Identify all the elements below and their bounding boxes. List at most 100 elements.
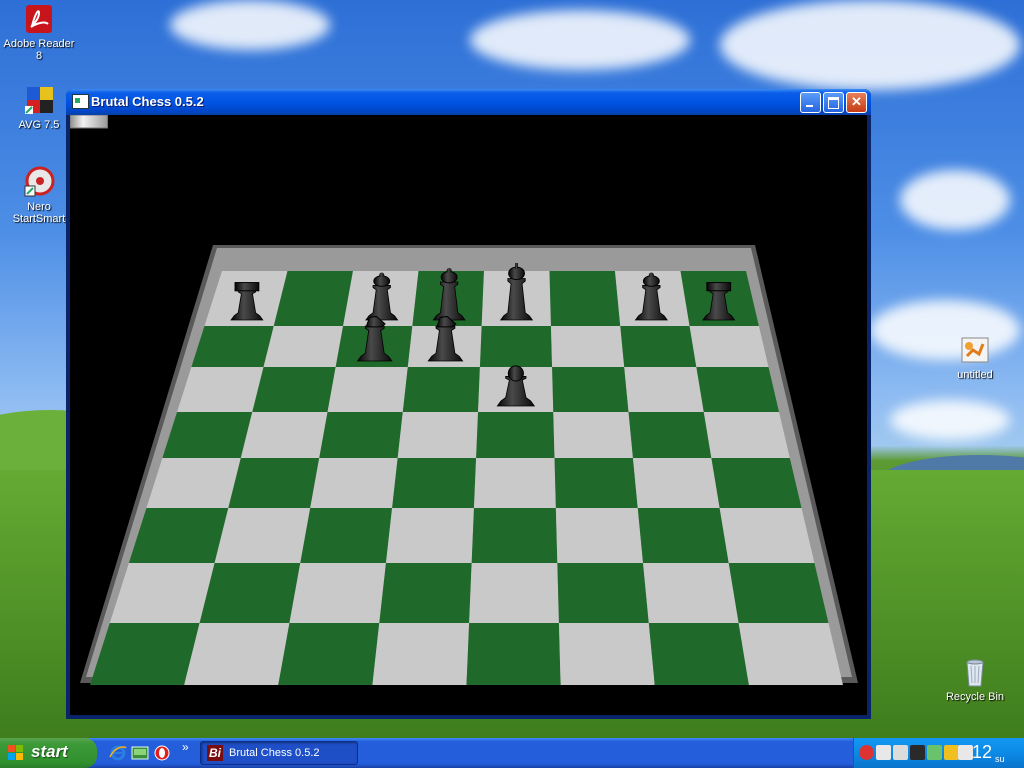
close-button[interactable]: ✕ bbox=[846, 92, 867, 113]
network-icon[interactable] bbox=[876, 745, 891, 760]
board-square[interactable] bbox=[555, 508, 644, 563]
board-square[interactable] bbox=[637, 508, 729, 563]
desktop-icon-adobe-reader[interactable]: Adobe Reader 8 bbox=[1, 3, 77, 62]
board-square[interactable] bbox=[696, 367, 780, 412]
clock-day: su bbox=[995, 754, 1005, 764]
avg-antivirus-icon bbox=[25, 87, 53, 114]
board-square[interactable] bbox=[557, 563, 649, 623]
desktop-icon-label: Recycle Bin bbox=[945, 691, 1005, 703]
board-square[interactable] bbox=[632, 458, 720, 508]
board-square[interactable] bbox=[191, 326, 274, 367]
app-icon[interactable] bbox=[72, 94, 89, 109]
board-square[interactable] bbox=[372, 623, 470, 685]
internet-explorer-icon[interactable] bbox=[109, 744, 127, 762]
board-square[interactable] bbox=[392, 458, 477, 508]
board-square[interactable] bbox=[278, 623, 380, 685]
taskbar-button-brutal-chess[interactable]: Bi Brutal Chess 0.5.2 bbox=[200, 741, 358, 765]
maximize-button[interactable] bbox=[823, 92, 844, 113]
opera-icon[interactable] bbox=[153, 744, 171, 762]
board-square[interactable] bbox=[289, 563, 386, 623]
board-square[interactable] bbox=[379, 563, 472, 623]
board-square[interactable] bbox=[689, 326, 769, 367]
board-square[interactable] bbox=[228, 458, 320, 508]
audio-file-icon bbox=[961, 337, 989, 363]
window-titlebar[interactable]: Brutal Chess 0.5.2 ✕ bbox=[66, 89, 871, 115]
board-square[interactable] bbox=[628, 412, 712, 458]
board-square[interactable] bbox=[473, 458, 556, 508]
desktop-icon-label: AVG 7.5 bbox=[18, 119, 60, 131]
brutal-chess-icon: Bi bbox=[207, 745, 223, 761]
board-square[interactable] bbox=[553, 412, 633, 458]
board-square[interactable] bbox=[263, 326, 344, 367]
board-square[interactable] bbox=[162, 412, 253, 458]
start-button[interactable]: start bbox=[0, 738, 97, 768]
board-square[interactable] bbox=[471, 508, 558, 563]
avg-tray-icon[interactable] bbox=[958, 745, 973, 760]
close-icon: ✕ bbox=[851, 94, 862, 109]
system-tray: 12 su bbox=[853, 738, 1024, 768]
board-square[interactable] bbox=[273, 271, 353, 326]
board-square[interactable] bbox=[252, 367, 336, 412]
desktop-icon-label: Nero StartSmart bbox=[12, 201, 66, 225]
board-square[interactable] bbox=[624, 367, 704, 412]
board-square[interactable] bbox=[327, 367, 408, 412]
minimize-button[interactable] bbox=[800, 92, 821, 113]
board-square[interactable] bbox=[397, 412, 479, 458]
board-square[interactable] bbox=[620, 326, 697, 367]
board-square[interactable] bbox=[199, 563, 301, 623]
board-square[interactable] bbox=[643, 563, 739, 623]
board-square[interactable] bbox=[214, 508, 311, 563]
taskbar-button-label: Brutal Chess 0.5.2 bbox=[229, 747, 320, 759]
quick-launch-chevron[interactable]: » bbox=[182, 740, 189, 754]
board-square[interactable] bbox=[703, 412, 790, 458]
update-icon[interactable] bbox=[910, 745, 925, 760]
board-square[interactable] bbox=[648, 623, 749, 685]
clock-time[interactable]: 12 bbox=[972, 742, 992, 763]
board-square[interactable] bbox=[240, 412, 328, 458]
window-title: Brutal Chess 0.5.2 bbox=[91, 94, 204, 109]
board-square[interactable] bbox=[319, 412, 403, 458]
recycle-bin-icon bbox=[966, 659, 984, 687]
safely-remove-icon[interactable] bbox=[927, 745, 942, 760]
board-square[interactable] bbox=[711, 458, 802, 508]
board-square[interactable] bbox=[310, 458, 398, 508]
desktop-icon-recycle-bin[interactable]: Recycle Bin bbox=[937, 656, 1013, 703]
security-alert-icon[interactable] bbox=[859, 745, 874, 760]
white-rook-piece[interactable] bbox=[70, 115, 108, 129]
desktop-icon-untitled[interactable]: untitled bbox=[937, 334, 1013, 381]
board-squares[interactable] bbox=[90, 271, 843, 685]
board-square[interactable] bbox=[146, 458, 241, 508]
board-square[interactable] bbox=[466, 623, 561, 685]
maximize-icon bbox=[828, 97, 839, 109]
board-square[interactable] bbox=[558, 623, 655, 685]
app-window: Brutal Chess 0.5.2 ✕ bbox=[66, 89, 871, 719]
board-square[interactable] bbox=[728, 563, 829, 623]
desktop-icon-label: untitled bbox=[957, 369, 993, 381]
board-square[interactable] bbox=[177, 367, 264, 412]
board-square[interactable] bbox=[184, 623, 290, 685]
windows-logo-icon bbox=[8, 745, 24, 761]
taskbar: start » Bi Brutal Chess 0.5.2 12 su bbox=[0, 738, 1024, 768]
app-tray-icon[interactable] bbox=[944, 745, 959, 760]
board-square[interactable] bbox=[128, 508, 229, 563]
board-square[interactable] bbox=[738, 623, 843, 685]
show-desktop-icon[interactable] bbox=[131, 744, 149, 762]
start-label: start bbox=[31, 742, 68, 761]
chess-board-3d[interactable] bbox=[70, 115, 867, 715]
board-square[interactable] bbox=[719, 508, 815, 563]
desktop-icon-label: Adobe Reader 8 bbox=[3, 38, 75, 62]
volume-icon[interactable] bbox=[893, 745, 908, 760]
minimize-icon bbox=[806, 105, 813, 107]
board-square[interactable] bbox=[385, 508, 474, 563]
board-square[interactable] bbox=[552, 367, 629, 412]
board-square[interactable] bbox=[479, 326, 553, 367]
board-square[interactable] bbox=[554, 458, 638, 508]
board-square[interactable] bbox=[402, 367, 480, 412]
adobe-reader-icon bbox=[26, 5, 52, 33]
chess-viewport[interactable] bbox=[70, 115, 867, 715]
board-square[interactable] bbox=[550, 326, 625, 367]
board-square[interactable] bbox=[300, 508, 393, 563]
board-square[interactable] bbox=[549, 271, 621, 326]
board-square[interactable] bbox=[469, 563, 559, 623]
board-square[interactable] bbox=[476, 412, 555, 458]
